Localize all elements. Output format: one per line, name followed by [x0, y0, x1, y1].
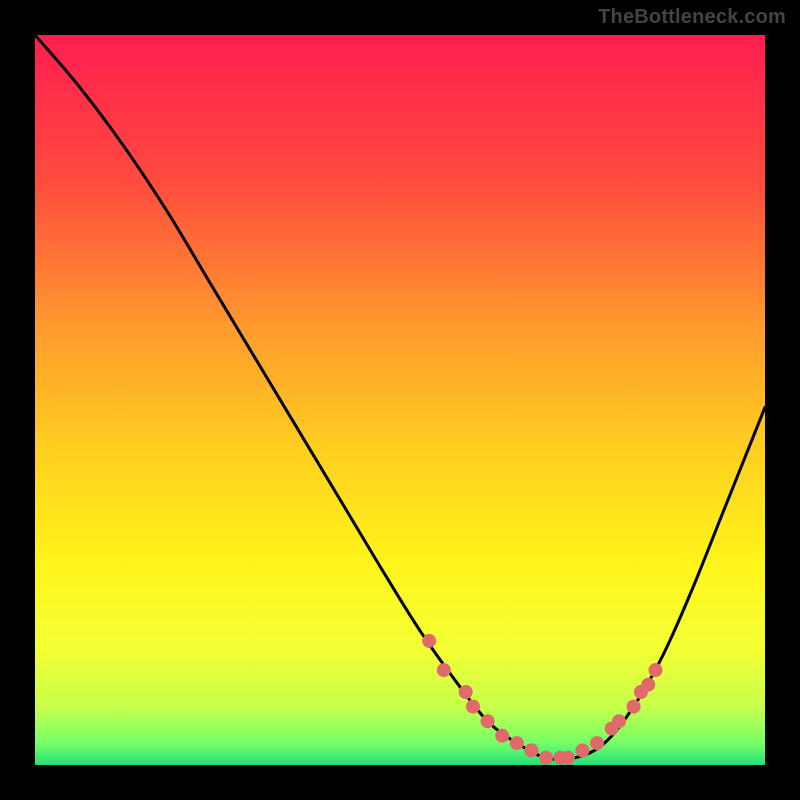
data-marker: [576, 743, 590, 757]
data-marker: [481, 714, 495, 728]
data-marker: [437, 663, 451, 677]
data-marker: [561, 751, 575, 765]
data-marker: [459, 685, 473, 699]
data-marker: [422, 634, 436, 648]
data-marker: [649, 663, 663, 677]
data-marker: [510, 736, 524, 750]
data-marker: [641, 678, 655, 692]
watermark-text: TheBottleneck.com: [598, 6, 786, 29]
chart-frame: TheBottleneck.com: [0, 0, 800, 800]
data-marker: [539, 751, 553, 765]
data-marker: [524, 743, 538, 757]
data-marker: [466, 700, 480, 714]
data-marker: [495, 729, 509, 743]
data-marker: [627, 700, 641, 714]
data-marker: [612, 714, 626, 728]
bottleneck-chart: [35, 35, 765, 765]
data-marker: [590, 736, 604, 750]
gradient-background: [35, 35, 765, 765]
plot-area: [35, 35, 765, 765]
